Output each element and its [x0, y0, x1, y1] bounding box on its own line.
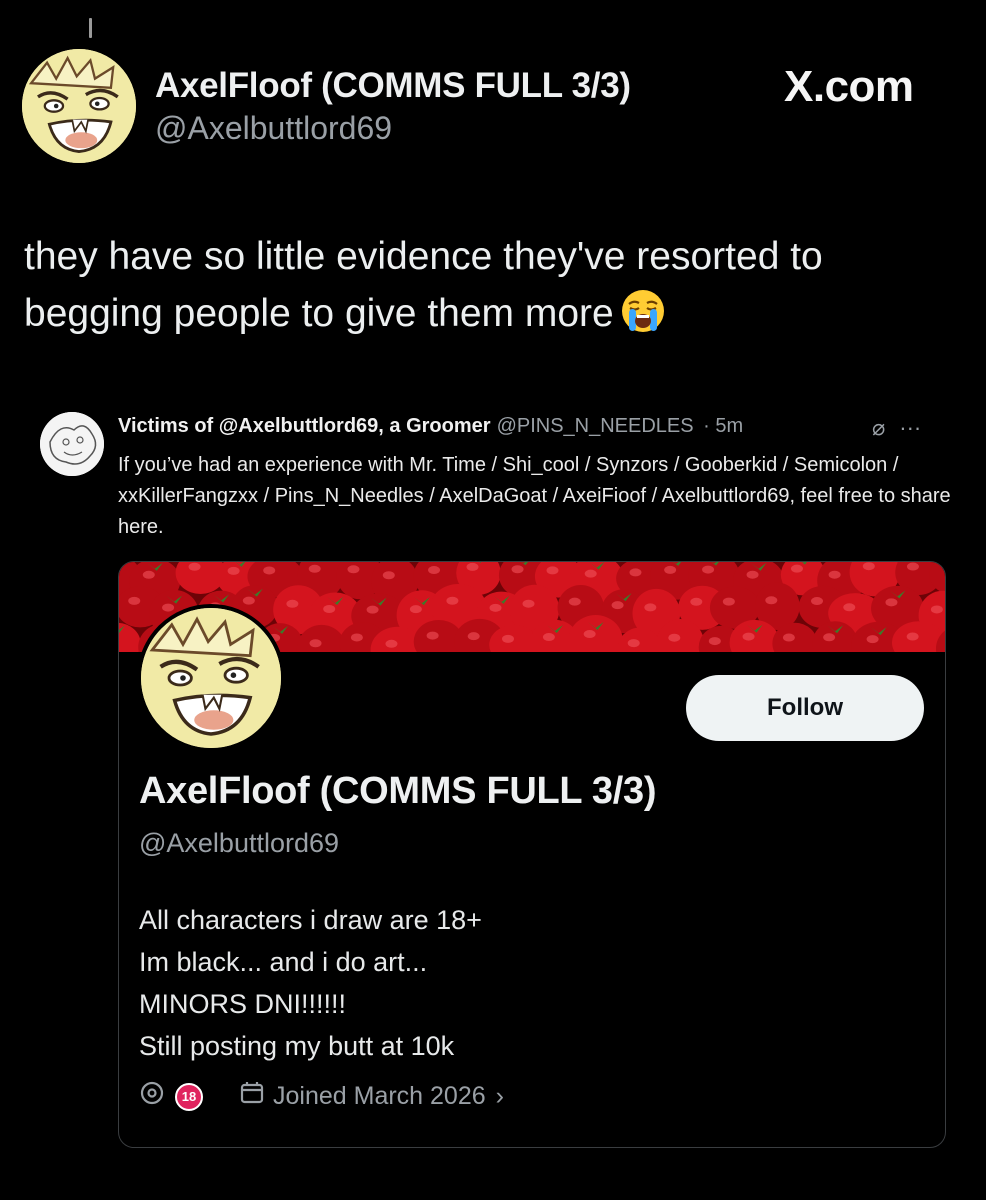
profile-bio: All characters i draw are 18+ Im black..… [139, 899, 482, 1067]
bio-line: Im black... and i do art... [139, 947, 428, 977]
profile-handle[interactable]: @Axelbuttlord69 [139, 828, 339, 859]
cartoon-face-icon [22, 49, 136, 163]
quote-header: Victims of @Axelbuttlord69, a Groomer @PI… [118, 415, 743, 438]
joined-label: Joined March 2026 [273, 1082, 486, 1110]
cartoon-face-icon [141, 608, 281, 748]
profile-meta: 18 Joined March 2026 › [139, 1080, 504, 1113]
chevron-right-icon: › [495, 1082, 504, 1110]
quote-display-name[interactable]: Victims of @Axelbuttlord69, a Groomer [118, 415, 491, 437]
profile-card[interactable]: Follow AxelFloof (COMMS FULL 3/3) @Axelb… [118, 561, 946, 1148]
post-text-body: they have so little evidence they've res… [24, 235, 823, 335]
joined-date[interactable]: Joined March 2026 › [239, 1080, 504, 1113]
bio-line: All characters i draw are 18+ [139, 905, 482, 935]
quote-actions: ⌀ ··· [872, 415, 935, 441]
profile-display-name[interactable]: AxelFloof (COMMS FULL 3/3) [139, 770, 656, 813]
quote-handle[interactable]: @PINS_N_NEEDLES [497, 415, 694, 437]
post-text: they have so little evidence they've res… [24, 228, 964, 342]
sketch-icon [40, 412, 104, 476]
quote-author-avatar[interactable] [40, 412, 104, 476]
quote-text: If you’ve had an experience with Mr. Tim… [118, 454, 951, 538]
bio-line: Still posting my butt at 10k [139, 1031, 455, 1061]
author-avatar[interactable] [22, 49, 136, 163]
bio-line: MINORS DNI!!!!!! [139, 989, 347, 1019]
grok-icon[interactable]: ⌀ [872, 415, 885, 440]
quote-timestamp[interactable]: · 5m [703, 415, 743, 437]
age-restricted-icon: 18 [175, 1082, 203, 1111]
author-display-name[interactable]: AxelFloof (COMMS FULL 3/3) [155, 66, 631, 106]
author-handle[interactable]: @Axelbuttlord69 [155, 110, 392, 147]
calendar-icon [239, 1080, 265, 1113]
more-options-icon[interactable]: ··· [899, 415, 921, 440]
divider-mark [89, 18, 92, 38]
profile-avatar[interactable] [137, 604, 285, 752]
loudly-crying-face-icon [620, 288, 666, 334]
follow-button[interactable]: Follow [686, 675, 924, 741]
location-pin-icon [139, 1080, 165, 1113]
site-logo: X.com [784, 62, 914, 111]
